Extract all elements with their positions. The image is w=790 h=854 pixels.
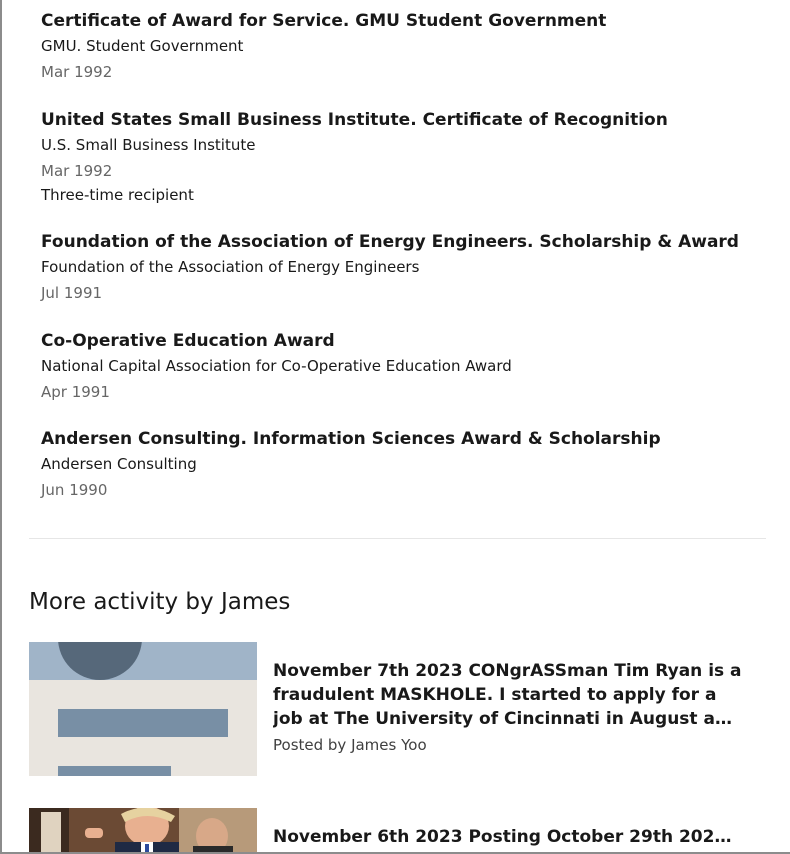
award-issuer: U.S. Small Business Institute xyxy=(41,136,256,154)
award-issuer: GMU. Student Government xyxy=(41,37,244,55)
award-issuer: National Capital Association for Co-Oper… xyxy=(41,357,512,375)
activity-card[interactable]: November 7th 2023 CONgrASSman Tim Ryan i… xyxy=(29,642,769,776)
award-title: United States Small Business Institute. … xyxy=(41,110,668,130)
award-title: Andersen Consulting. Information Science… xyxy=(41,429,661,449)
award-date: Jul 1991 xyxy=(41,284,103,302)
profile-page: Certificate of Award for Service. GMU St… xyxy=(0,0,790,854)
section-divider xyxy=(29,538,766,539)
award-date: Mar 1992 xyxy=(41,162,113,180)
placeholder-article-image[interactable] xyxy=(29,642,257,776)
award-date: Mar 1992 xyxy=(41,63,113,81)
award-title: Certificate of Award for Service. GMU St… xyxy=(41,11,607,31)
award-date: Jun 1990 xyxy=(41,481,108,499)
award-title: Foundation of the Association of Energy … xyxy=(41,232,739,252)
activity-title-link[interactable]: November 6th 2023 Posting October 29th 2… xyxy=(273,825,743,849)
award-description: Three-time recipient xyxy=(41,186,194,204)
activity-card[interactable]: November 6th 2023 Posting October 29th 2… xyxy=(29,808,769,854)
more-activity-heading: More activity by James xyxy=(29,589,291,615)
award-date: Apr 1991 xyxy=(41,383,110,401)
award-title: Co-Operative Education Award xyxy=(41,331,335,351)
activity-author: Posted by James Yoo xyxy=(273,736,427,754)
award-issuer: Foundation of the Association of Energy … xyxy=(41,258,420,276)
activity-title-link[interactable]: November 7th 2023 CONgrASSman Tim Ryan i… xyxy=(273,659,743,731)
photo-of-people-image[interactable] xyxy=(29,808,257,854)
award-issuer: Andersen Consulting xyxy=(41,455,197,473)
